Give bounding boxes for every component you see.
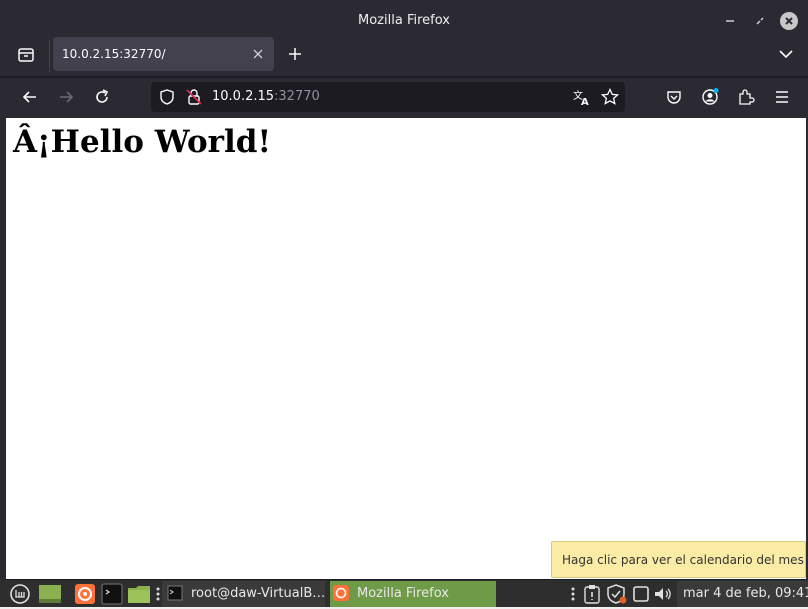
url-host: 10.0.2.15 <box>212 89 275 104</box>
firefox-window-icon <box>333 585 349 601</box>
tab-separator <box>49 40 50 72</box>
linux-mint-menu-icon[interactable] <box>8 583 32 605</box>
update-shield-icon[interactable] <box>606 584 628 605</box>
account-icon[interactable] <box>700 87 720 107</box>
firefox-window: Mozilla Firefox 10.0.2.15:32770/ 10.0.2.… <box>0 0 808 580</box>
tray-separator-icon[interactable] <box>570 586 576 602</box>
tracking-protection-shield-icon[interactable] <box>157 87 177 107</box>
firefox-launcher-icon[interactable] <box>74 583 96 605</box>
clock-text: mar 4 de feb, 09:41 <box>683 586 808 601</box>
show-desktop-icon[interactable] <box>38 584 62 604</box>
workspace-icon[interactable] <box>632 585 650 603</box>
forward-icon[interactable] <box>56 87 76 107</box>
new-tab-icon[interactable] <box>285 44 305 64</box>
tab-title: 10.0.2.15:32770/ <box>62 47 166 61</box>
insecure-lock-icon[interactable] <box>184 87 204 107</box>
bookmark-star-icon[interactable] <box>600 87 620 107</box>
tab-active[interactable]: 10.0.2.15:32770/ <box>53 37 274 71</box>
terminal-window-icon <box>167 585 183 601</box>
close-window-icon[interactable] <box>780 12 798 30</box>
list-all-tabs-icon[interactable] <box>776 44 796 64</box>
files-launcher-icon[interactable] <box>127 583 151 605</box>
reload-icon[interactable] <box>92 87 112 107</box>
extensions-icon[interactable] <box>736 87 756 107</box>
back-icon[interactable] <box>20 87 40 107</box>
taskbar-window-terminal-label: root@daw-VirtualB… <box>191 586 326 601</box>
url-port: :32770 <box>274 89 320 104</box>
panel-separator-icon[interactable] <box>155 586 161 602</box>
hamburger-menu-icon[interactable] <box>772 87 792 107</box>
clipboard-icon[interactable] <box>583 584 601 604</box>
pocket-icon[interactable] <box>664 87 684 107</box>
maximize-icon[interactable] <box>751 12 769 30</box>
terminal-launcher-icon[interactable] <box>101 583 123 605</box>
page-heading: Â¡Hello World! <box>13 124 272 160</box>
volume-icon[interactable] <box>653 585 673 603</box>
calendar-tooltip: Haga clic para ver el calendario del mes <box>551 541 806 578</box>
svg-text:A: A <box>581 97 589 107</box>
firefox-view-icon[interactable] <box>16 44 36 64</box>
page-content: Â¡Hello World! <box>6 118 806 579</box>
minimize-icon[interactable] <box>721 12 739 30</box>
url-text[interactable]: 10.0.2.15:32770 <box>212 82 320 112</box>
tab-close-icon[interactable] <box>250 46 266 62</box>
translate-icon[interactable]: 文A <box>572 87 592 108</box>
taskbar-window-firefox-label: Mozilla Firefox <box>357 586 449 601</box>
